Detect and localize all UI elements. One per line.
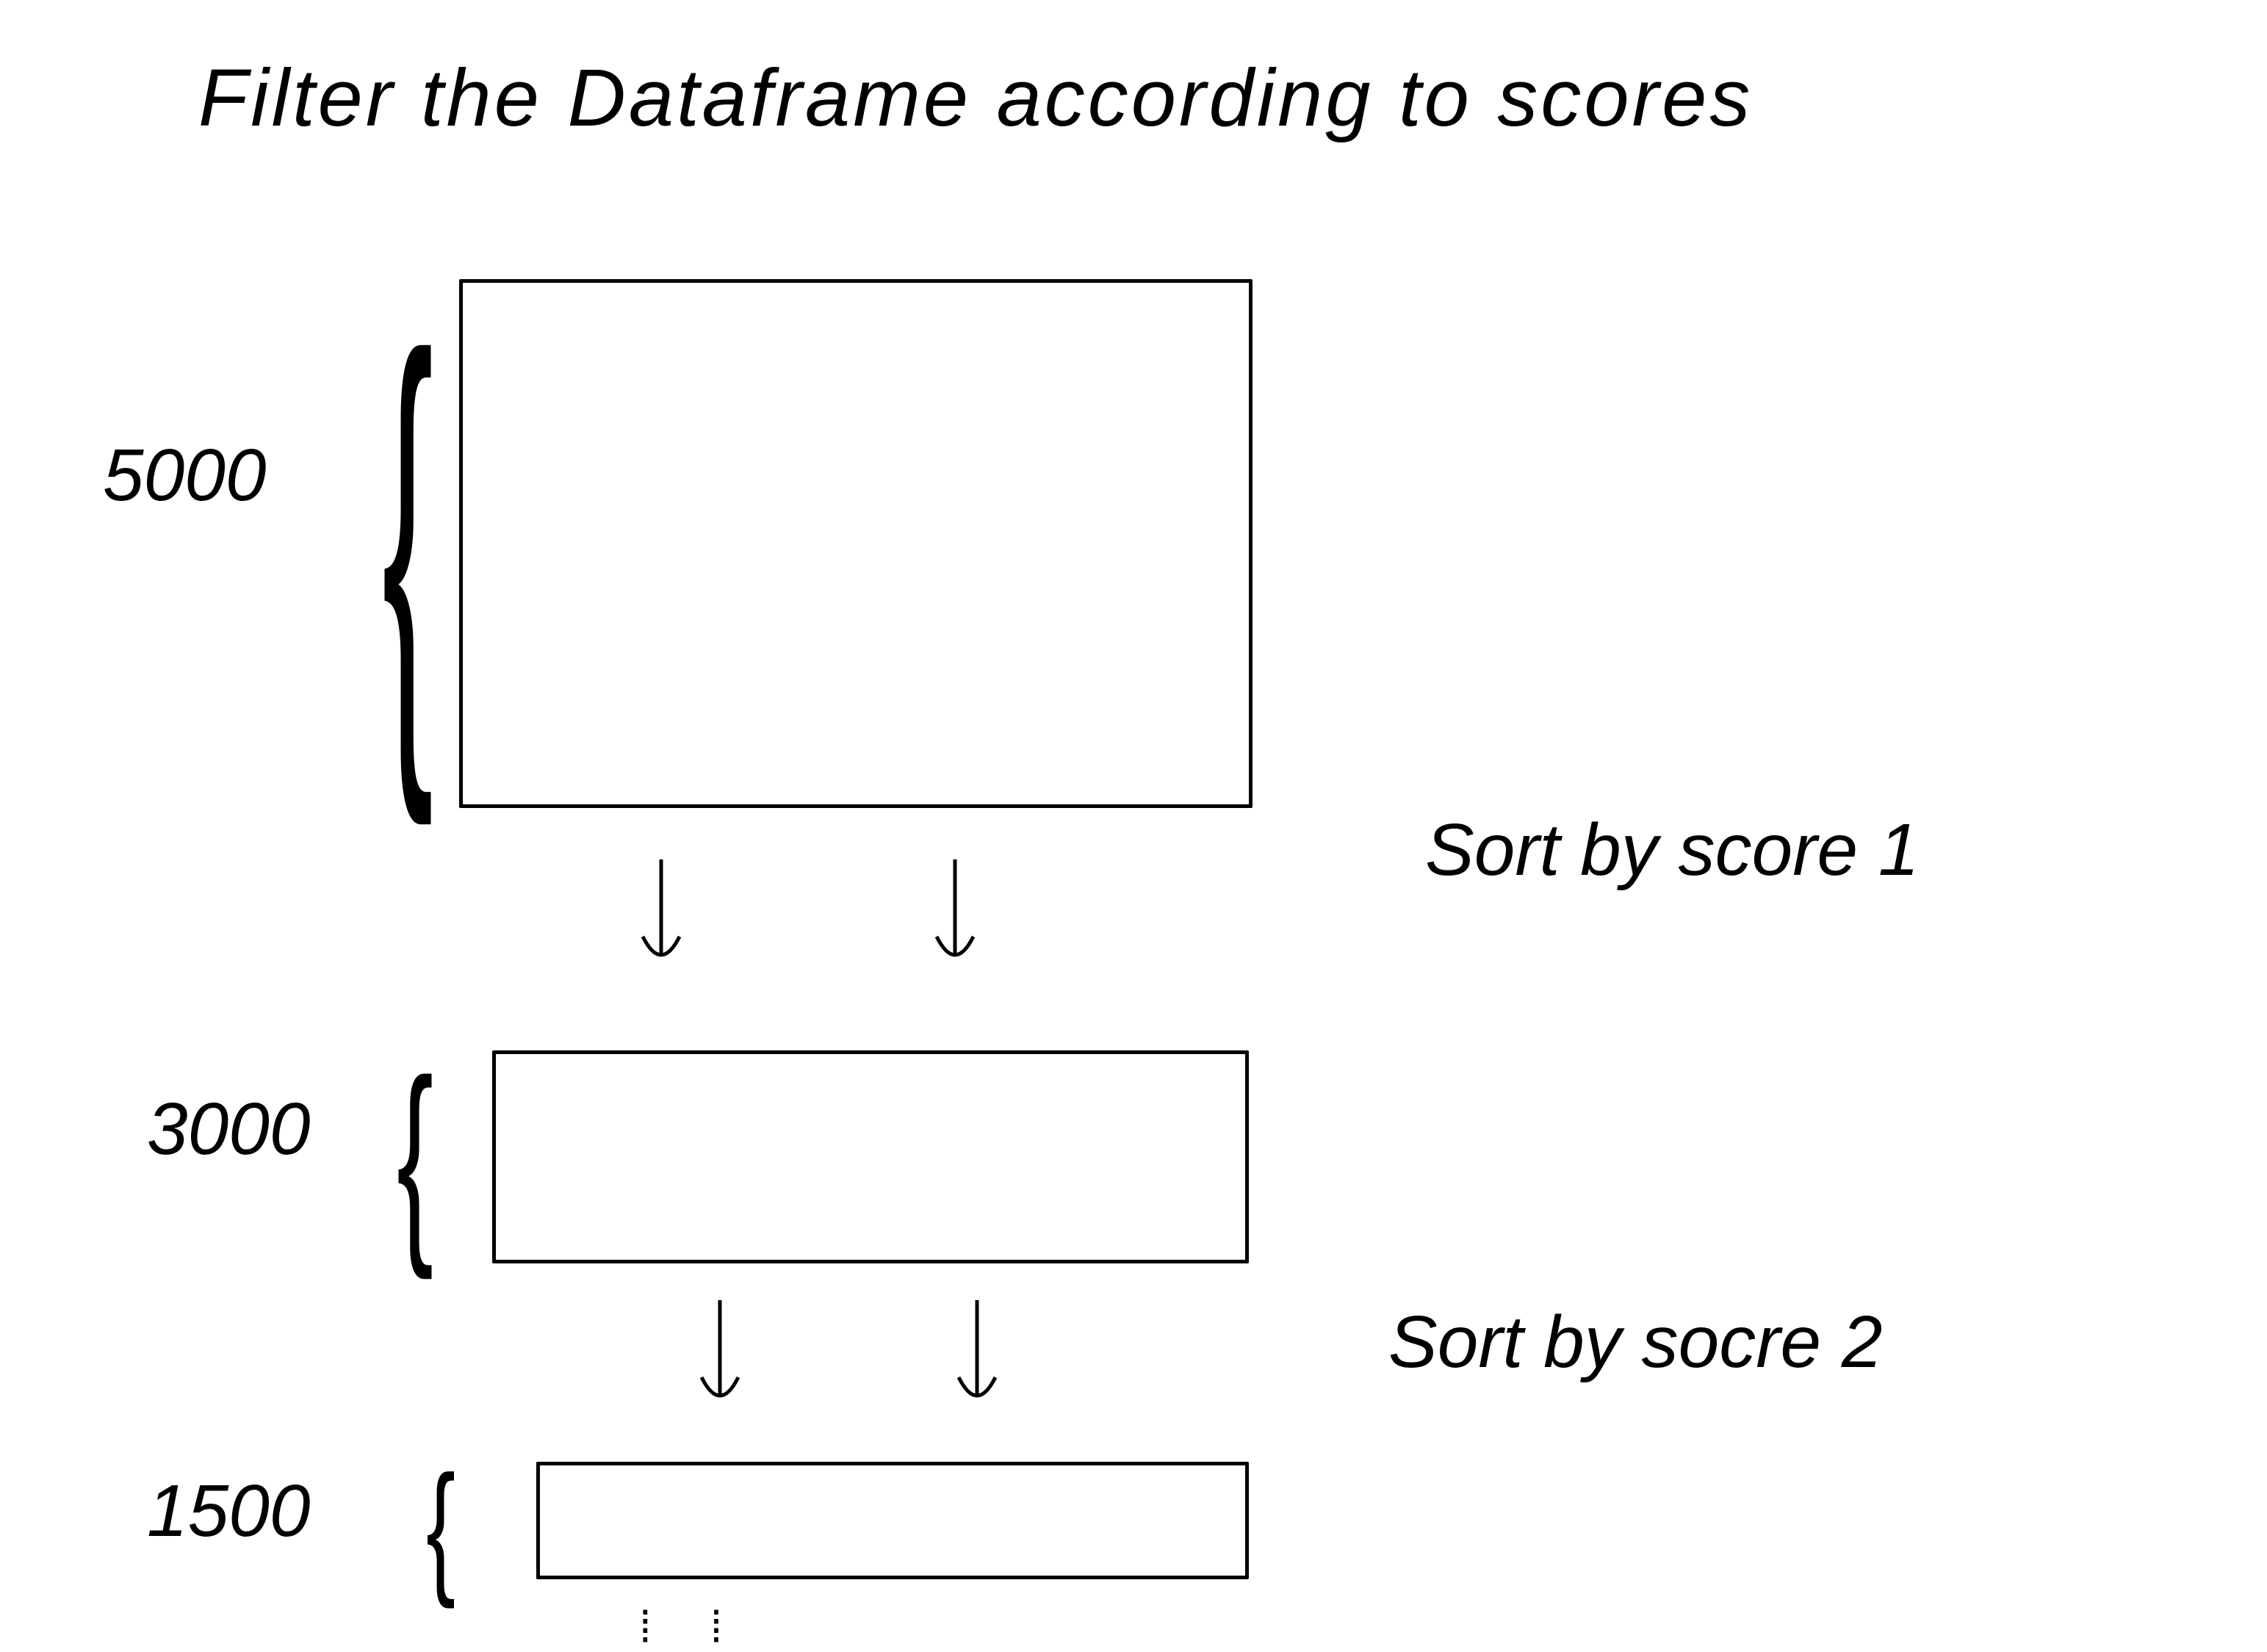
box-1-row-count-label: 5000 (103, 433, 266, 518)
brace-1: { (382, 309, 433, 771)
dataframe-box-3 (536, 1462, 1249, 1579)
step-1-label: Sort by score 1 (1425, 808, 1920, 892)
down-arrow-icon (948, 1293, 1006, 1429)
down-arrow-icon (691, 1293, 749, 1429)
brace-2: { (397, 1058, 433, 1256)
diagram-title: Filter the Dataframe according to scores (198, 51, 1753, 145)
continuation-dots: ⁞⁞ (639, 1601, 781, 1652)
down-arrow-icon (632, 852, 691, 988)
step-2-label: Sort by socre 2 (1388, 1300, 1883, 1385)
dataframe-box-2 (492, 1050, 1249, 1263)
down-arrow-icon (926, 852, 984, 988)
brace-3: { (426, 1462, 455, 1594)
box-2-row-count-label: 3000 (147, 1087, 310, 1172)
box-3-row-count-label: 1500 (147, 1469, 310, 1554)
dataframe-box-1 (459, 279, 1253, 808)
